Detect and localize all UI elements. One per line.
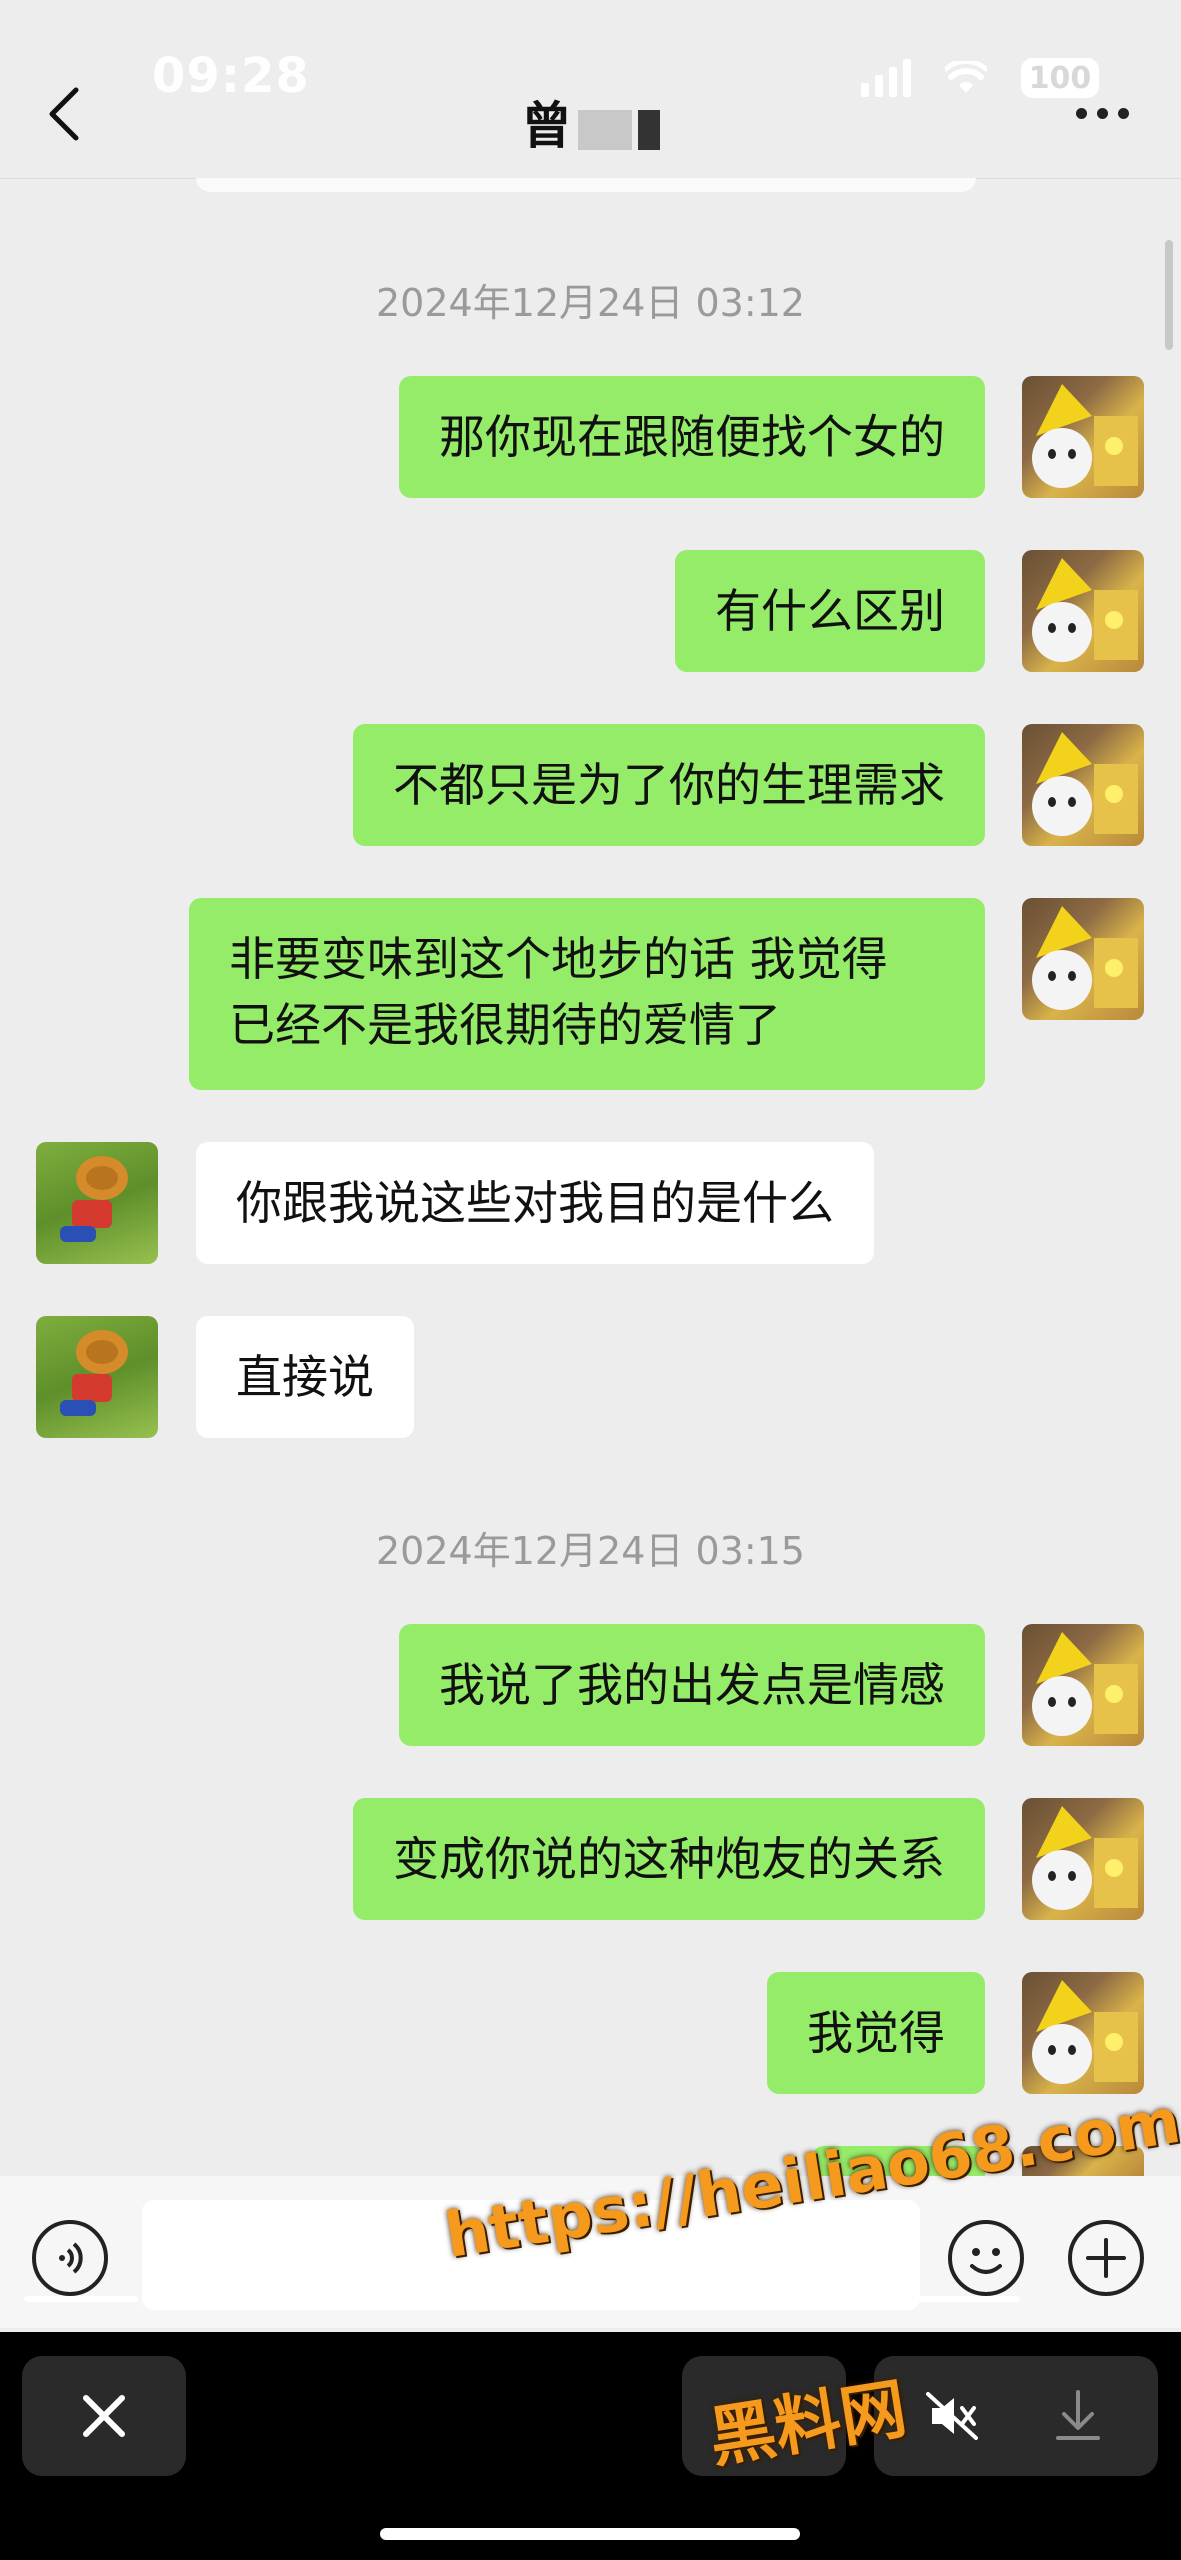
my-avatar[interactable] [1022,1624,1144,1746]
redacted-name-part [637,109,660,150]
message-line: 非要变味到这个地步的话 我觉得 [229,932,888,986]
message-bubble-incoming[interactable]: 你跟我说这些对我目的是什么 [196,1142,874,1264]
redacted-name-part [577,109,632,150]
chat-title: 曾 [0,86,1181,158]
home-indicator[interactable] [380,2528,800,2540]
message-bubble-outgoing[interactable]: 不都只是为了你的生理需求 [353,724,985,846]
more-button[interactable] [1076,108,1129,119]
message-bubble-outgoing[interactable]: 变成你说的这种炮友的关系 [353,1798,985,1920]
cat-avatar-icon [1032,732,1138,836]
straw-hat-avatar-icon [60,1156,128,1242]
cat-avatar-icon [1032,1980,1138,2084]
contact-name: 曾 [521,97,572,155]
message-bubble-outgoing[interactable]: 非要变味到这个地步的话 我觉得 已经不是我很期待的爱情了 [189,898,985,1090]
message-bubble-outgoing[interactable]: 那你现在跟随便找个女的 [399,376,985,498]
cat-avatar-icon [1032,558,1138,662]
emoji-icon [970,2248,1002,2274]
video-progress-segments [0,2296,1181,2304]
message-bubble-incoming[interactable]: 直接说 [196,1316,414,1438]
cat-avatar-icon [1032,1632,1138,1736]
my-avatar[interactable] [1022,550,1144,672]
previous-message-edge [196,178,976,192]
message-bubble-outgoing[interactable]: 我说了我的出发点是情感 [399,1624,985,1746]
close-button[interactable] [22,2356,186,2476]
my-avatar[interactable] [1022,1798,1144,1920]
close-icon [83,2395,125,2437]
timestamp: 2024年12月24日 03:12 [375,281,805,325]
media-controls [874,2356,1158,2476]
my-avatar[interactable] [1022,724,1144,846]
more-dots-icon [1076,108,1087,119]
message-bubble-outgoing[interactable]: 我觉得 [767,1972,985,2094]
my-avatar[interactable] [1022,1972,1144,2094]
plus-icon [1086,2238,1126,2278]
cat-avatar-icon [1032,906,1138,1010]
message-bubble-outgoing[interactable]: 有什么区别 [675,550,985,672]
voice-icon [59,2242,83,2274]
top-bar: 09:28 100 曾 [0,0,1181,179]
cat-avatar-icon [1032,384,1138,488]
emoji-button[interactable] [948,2220,1024,2296]
contact-avatar[interactable] [36,1316,158,1438]
my-avatar[interactable] [1022,898,1144,1020]
mute-icon[interactable] [924,2388,980,2444]
voice-button[interactable] [32,2220,108,2296]
viewer-toolbar [0,2332,1181,2560]
cat-avatar-icon [1032,1806,1138,1910]
contact-avatar[interactable] [36,1142,158,1264]
message-line: 已经不是我很期待的爱情了 [229,998,781,1052]
download-icon[interactable] [1050,2386,1106,2446]
plus-button[interactable] [1068,2220,1144,2296]
straw-hat-avatar-icon [60,1330,128,1416]
my-avatar[interactable] [1022,376,1144,498]
timestamp: 2024年12月24日 03:15 [375,1529,805,1573]
